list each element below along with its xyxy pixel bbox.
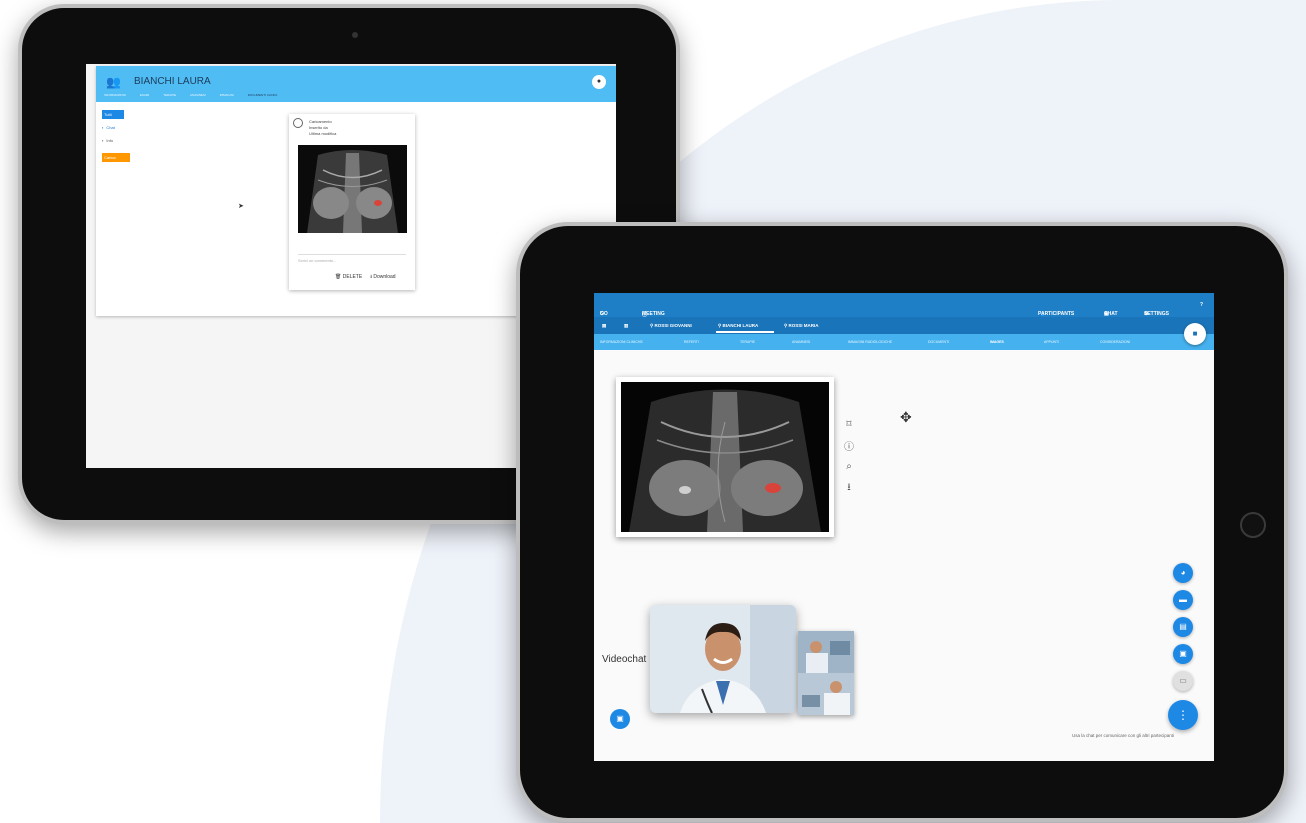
tab-anamnesi[interactable]: ANAMNESI [792,340,810,344]
meta-line: Ultima modifica [309,131,337,136]
more-vertical-icon: ⋮ [1177,708,1189,722]
trash-icon: 🗑 [335,274,343,280]
sidebar-item-label: Tutti [104,112,112,117]
document-icon[interactable]: ▤ [602,323,606,329]
sidebar: Tutti ▪ Chat ▪ Info Carica [102,110,152,166]
user-group-icon: 👥 [106,75,121,89]
chat-icon: ▪ [102,125,104,130]
xray-graphic [298,145,407,233]
info-icon: ▪ [102,138,104,143]
upload-label: Carica [104,155,116,160]
videochat-label: Videochat [602,654,647,665]
tab-documenti[interactable]: DOCUMENTI [928,340,949,344]
comment-input[interactable]: Scrivi un commento... [298,254,406,263]
folder-fab[interactable]: ▬ [1173,590,1193,610]
image-fab[interactable]: ▣ [1173,644,1193,664]
tab-esami[interactable]: ESAMI [140,93,149,97]
tab-informazioni[interactable]: INFORMAZIONI CLINICHE [600,340,643,344]
image-card: Caricamento Inserito da Ultima modifica [289,114,415,290]
chat-hint: Usa la chat per comunicare con gli altri… [1072,733,1175,738]
sidebar-item-label: Info [106,138,114,143]
sidebar-item-info[interactable]: ▪ Info [102,136,152,145]
chat-icon: ▣ [616,714,624,723]
tab-label: BIANCHI LAURA [722,323,759,328]
mouse-cursor: ➤ [238,203,244,210]
xray-image[interactable] [621,382,829,532]
front-camera [352,32,358,38]
participants-video [798,631,854,715]
download-button[interactable]: ⭳ Download [370,274,395,282]
video-participants-thumbs[interactable] [798,631,854,715]
patient-tabs: ▤ ▥ ⚲ ROSSI GIOVANNI ⚲ BIANCHI LAURA ⚲ R… [594,317,1214,334]
sidebar-item-chat[interactable]: ▪ Chat [102,123,152,132]
download-label: Download [373,274,396,280]
card-meta: Caricamento Inserito da Ultima modifica [309,119,336,137]
section-tabs: INFORMAZIONI CLINICHE REFERTI TERAPIE AN… [594,334,1214,350]
meeting-topbar: ⎋ GO OUT ⓘ MEETING APRILE 2018 BREAST CA… [594,293,1214,341]
tab-immagini-radiologiche[interactable]: IMMAGINI RADIOLOGICHE [848,340,892,344]
help-icon[interactable]: ? [1200,302,1203,308]
tab-immagini[interactable]: IMMAGINI [220,93,234,97]
active-tab-indicator [716,331,774,333]
sidebar-item-label: Chat [106,125,115,130]
zoom-icon[interactable]: ⌕ [846,461,852,472]
message-fab[interactable]: ▭ [1173,671,1193,691]
tab-label: ROSSI GIOVANNI [654,323,692,328]
video-camera-button[interactable]: ■ [1184,323,1206,345]
tab-appunti[interactable]: APPUNTI [1044,340,1059,344]
tab-terapie[interactable]: TERAPIE [163,93,176,97]
folders-icon[interactable]: ▥ [624,323,628,329]
tab-considerazioni[interactable]: CONSIDERAZIONI [1100,340,1130,344]
tab-patient-rossi-maria[interactable]: ⚲ ROSSI MARIA [784,323,819,329]
download-icon[interactable]: ⭳ [847,480,851,497]
palette-fab[interactable]: ◕ [1173,563,1193,583]
tab-patient-rossi-giovanni[interactable]: ⚲ ROSSI GIOVANNI [650,323,692,329]
tab-anamnesi[interactable]: ANAMNESI [190,93,206,97]
comment-icon: ▤ [1179,622,1187,631]
delete-button[interactable]: 🗑 DELETE [335,274,362,282]
tab-label: ROSSI MARIA [788,323,819,328]
bookmark-icon[interactable]: ⌑ [846,419,851,430]
chat-fab[interactable]: ▣ [610,709,630,729]
image-card [616,377,834,537]
folder-icon: ▬ [1179,595,1187,604]
info-icon[interactable]: ⓘ [844,438,854,453]
tablet-front: ⎋ GO OUT ⓘ MEETING APRILE 2018 BREAST CA… [516,222,1288,822]
xray-image[interactable] [298,145,407,233]
tab-terapie[interactable]: TERAPIE [740,340,755,344]
app-header: 👥 BIANCHI LAURA ● INFORMAZIONI ESAMI TER… [96,66,616,102]
doctor-video [650,605,796,713]
sidebar-item-all[interactable]: Tutti [102,110,124,119]
video-main-feed[interactable] [650,605,796,713]
card-actions: 🗑 DELETE ⭳ Download [335,274,396,282]
image-tools: ⌑ ⓘ ⌕ ⭳ [842,419,856,497]
tab-images[interactable]: IMAGES [990,340,1004,344]
tab-informazioni[interactable]: INFORMAZIONI [104,93,126,97]
tab-documenti[interactable]: DOCUMENTI CLINICI [248,93,278,97]
comment-fab[interactable]: ▤ [1173,617,1193,637]
message-icon: ▭ [1179,676,1187,685]
xray-graphic [621,382,829,532]
upload-button[interactable]: Carica [102,153,130,162]
section-tabs: INFORMAZIONI ESAMI TERAPIE ANAMNESI IMMA… [104,93,277,97]
home-button[interactable] [1240,512,1266,538]
tab-referti[interactable]: REFERTI [684,340,699,344]
patient-name: BIANCHI LAURA [134,76,211,87]
move-cursor: ✥ [900,409,912,425]
tab-patient-bianchi-laura[interactable]: ⚲ BIANCHI LAURA [718,323,758,329]
front-screen: ⎋ GO OUT ⓘ MEETING APRILE 2018 BREAST CA… [594,293,1214,761]
video-camera-button[interactable]: ● [592,75,606,89]
more-fab[interactable]: ⋮ [1168,700,1198,730]
avatar [293,118,303,128]
image-icon: ▣ [1179,649,1187,658]
delete-label: DELETE [342,274,363,280]
palette-icon: ◕ [1180,568,1186,577]
